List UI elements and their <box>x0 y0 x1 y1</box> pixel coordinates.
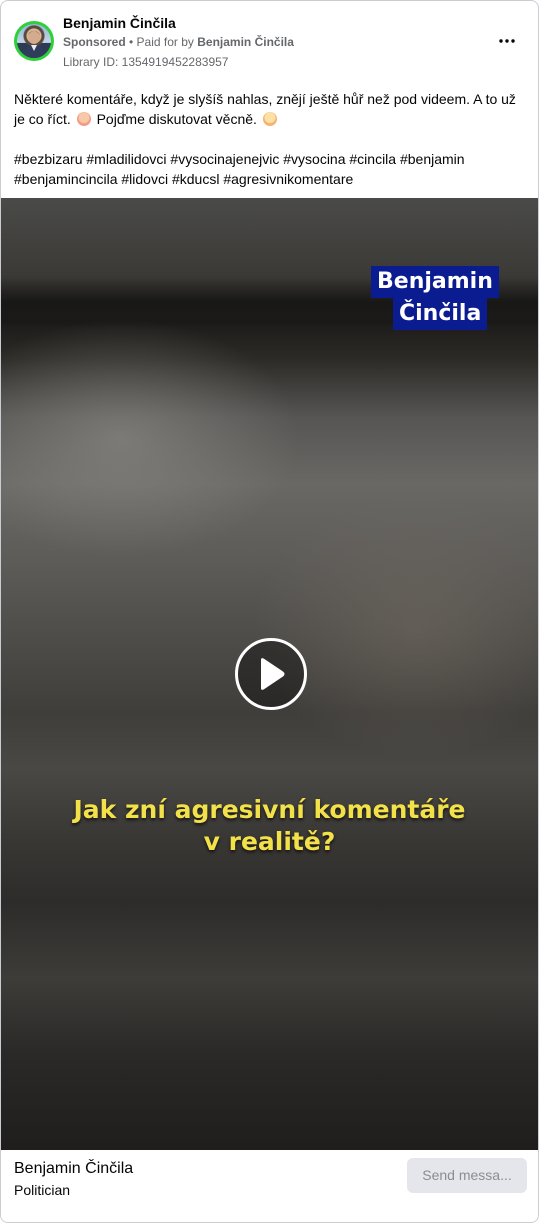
avatar-photo <box>17 24 51 58</box>
avatar[interactable] <box>14 21 54 61</box>
video-player[interactable]: Benjamin Činčila Jak zní agresivní komen… <box>1 198 538 1150</box>
post-message-line2: Pojďme diskutovat věcně. <box>96 111 257 127</box>
page-name[interactable]: Benjamin Činčila <box>63 15 176 31</box>
separator: • <box>125 35 137 49</box>
face-emoji-icon <box>76 112 91 126</box>
footer-page-name[interactable]: Benjamin Činčila <box>14 1160 133 1178</box>
caption-line1: Jak zní agresivní komentáře <box>73 795 466 824</box>
name-tag-overlay: Benjamin Činčila <box>371 266 513 330</box>
video-background-glow <box>251 498 538 758</box>
name-tag-last: Činčila <box>393 298 488 330</box>
post-hashtags[interactable]: #bezbizaru #mladilidovci #vysocinajenejv… <box>14 149 529 189</box>
send-message-button[interactable]: Send messa... <box>407 1158 527 1193</box>
play-icon <box>261 658 285 690</box>
sponsored-label: Sponsored <box>63 35 126 49</box>
more-horizontal-icon <box>499 39 515 43</box>
name-tag-first: Benjamin <box>371 266 499 298</box>
ad-card: Benjamin Činčila Sponsored • Paid for by… <box>0 0 539 1223</box>
post-header: Benjamin Činčila Sponsored • Paid for by… <box>1 1 538 81</box>
paid-for-prefix: Paid for by <box>136 35 198 49</box>
more-options-button[interactable] <box>494 31 520 51</box>
sponsored-line: Sponsored • Paid for by Benjamin Činčila <box>63 35 294 49</box>
post-text: Některé komentáře, když je slyšíš nahlas… <box>14 89 529 209</box>
library-id: Library ID: 1354919452283957 <box>63 55 229 69</box>
post-footer: Benjamin Činčila Politician Send messa..… <box>1 1150 538 1222</box>
footer-category: Politician <box>14 1182 71 1198</box>
play-button[interactable] <box>235 638 307 710</box>
hand-emoji-icon <box>262 112 277 126</box>
post-message: Některé komentáře, když je slyšíš nahlas… <box>14 89 529 129</box>
paid-for-by: Benjamin Činčila <box>197 35 294 49</box>
caption-line2: v realitě? <box>203 827 336 856</box>
video-caption: Jak zní agresivní komentáře v realitě? <box>1 794 538 858</box>
